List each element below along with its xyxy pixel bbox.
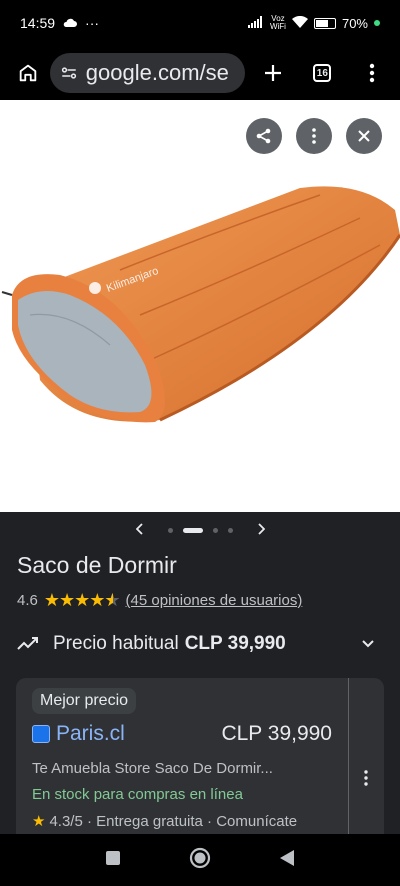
price-value: CLP 39,990 [184,633,286,654]
vowifi-bottom-label: WiFi [269,22,286,31]
image-menu-button[interactable] [296,118,332,154]
product-image: Kilimanjaro [1,186,400,423]
product-image-viewer[interactable]: Kilimanjaro [0,100,400,512]
status-right: Voz WiFi 70% [247,15,380,31]
wifi-icon [291,15,308,31]
signal-icon [247,15,264,31]
stock-status: En stock para compras en línea [32,786,243,803]
best-price-badge: Mejor precio [32,688,137,714]
more-vertical-icon [312,128,316,144]
browser-menu-button[interactable] [354,55,390,91]
back-button[interactable] [279,849,295,872]
product-panel: Saco de Dormir 4.6 ★★★★★ ★ (45 opiniones … [0,548,400,834]
store-rating-row: ★ 4.3/5 · Entrega gratuita · Comunícate [32,812,298,831]
offer-description: Te Amuebla Store Saco De Dormir... [32,760,273,777]
address-bar[interactable]: google.com/se [49,53,245,93]
system-nav-bar [0,834,400,886]
chevron-down-icon [362,640,374,648]
battery-icon [313,17,336,29]
store-name-link[interactable]: Paris.cl [56,722,125,746]
carousel-dot[interactable] [227,527,233,533]
back-triangle-icon [280,849,294,866]
home-icon [19,64,37,82]
status-bar: 14:59 ··· Voz WiFi 70% [0,0,400,46]
cloud-icon [63,15,78,31]
offer-card[interactable]: Mejor precio Paris.cl CLP 39,990 Te Amue… [16,678,384,834]
trend-icon [17,637,38,650]
next-image-button[interactable] [257,522,265,538]
card-divider [348,678,349,834]
more-vertical-icon [369,63,375,83]
share-button[interactable] [246,118,282,154]
image-carousel-nav [0,512,400,548]
product-title: Saco de Dormir [17,552,177,578]
battery-fill [315,19,328,27]
price-label: Precio habitual [53,633,179,654]
more-vertical-icon [364,770,368,786]
star-icon: ★ [32,813,46,830]
more-notifications-icon: ··· [85,15,100,31]
carousel-dot-active[interactable] [182,527,203,533]
tab-count: 16 [313,64,332,82]
privacy-dot-icon [374,20,380,26]
close-image-button[interactable] [346,118,382,154]
status-left: 14:59 ··· [20,15,99,31]
site-settings-icon[interactable] [60,64,78,82]
share-icon [256,128,271,144]
recents-button[interactable] [105,850,121,871]
rating-row: 4.6 ★★★★★ ★ (45 opiniones de usuarios) [17,590,302,611]
offer-price: CLP 39,990 [221,722,332,745]
chevron-right-icon [257,523,265,535]
new-tab-button[interactable] [255,55,291,91]
prev-image-button[interactable] [135,522,144,538]
status-time: 14:59 [20,15,56,31]
rating-value: 4.6 [17,592,38,609]
home-nav-button[interactable] [189,847,211,874]
browser-toolbar: google.com/se 16 [0,46,400,100]
reviews-link[interactable]: (45 opiniones de usuarios) [126,592,303,609]
square-icon [106,850,120,865]
carousel-dot[interactable] [212,527,218,533]
price-history-toggle[interactable]: Precio habitual CLP 39,990 [17,628,383,660]
store-logo-icon [32,725,50,743]
battery-percent: 70% [341,15,368,31]
tab-switcher-button[interactable]: 16 [304,55,340,91]
chevron-left-icon [135,523,143,535]
carousel-dot[interactable] [167,527,173,533]
star-rating-icon: ★★★★★ ★ [43,590,121,610]
url-text: google.com/se [85,60,229,85]
vowifi-indicator: Voz WiFi [270,15,286,31]
store-row: Paris.cl [32,722,125,746]
home-button[interactable] [10,55,46,91]
plus-icon [264,65,281,81]
circle-home-icon [189,847,211,868]
close-icon [358,130,370,142]
offer-menu-button[interactable] [352,764,380,792]
store-rating-text: 4.3/5 · Entrega gratuita · Comunícate [49,812,298,830]
